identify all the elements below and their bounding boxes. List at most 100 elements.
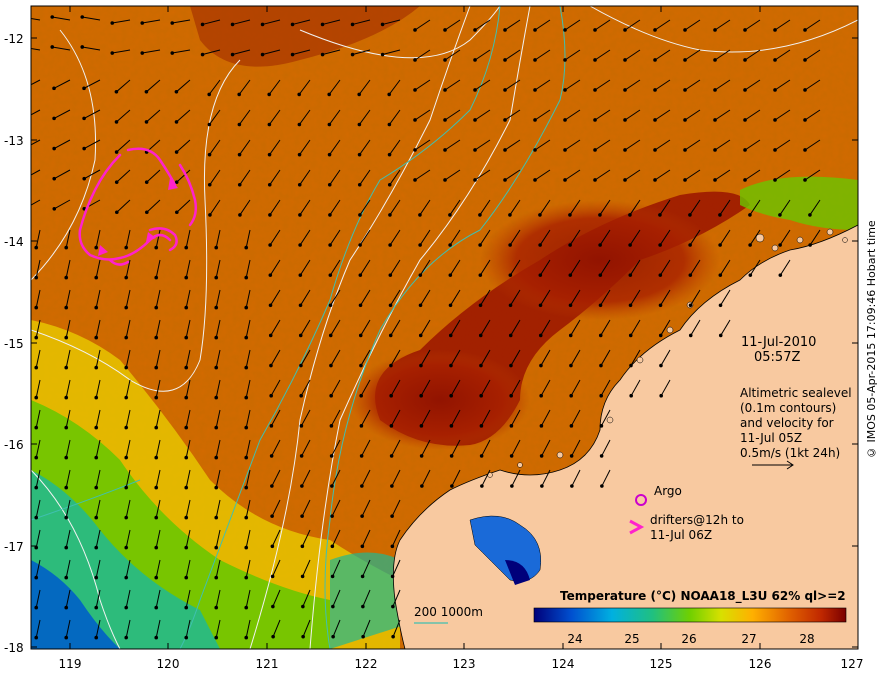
velocity-arrow-head: [538, 333, 543, 338]
velocity-arrow-head: [623, 28, 627, 32]
velocity-arrow-head: [297, 92, 302, 97]
velocity-arrow-head: [718, 243, 722, 247]
velocity-arrow-head: [479, 393, 483, 398]
velocity-arrow-head: [214, 335, 219, 340]
velocity-arrow-head: [419, 424, 424, 428]
velocity-arrow-head: [271, 634, 275, 639]
velocity-arrow-head: [207, 122, 212, 127]
velocity-arrow-head: [380, 52, 385, 57]
velocity-arrow-head: [743, 148, 747, 152]
lat-tick-label: -16: [4, 438, 24, 452]
velocity-arrow-head: [154, 575, 159, 580]
velocity-arrow-head: [52, 206, 57, 211]
velocity-arrow-head: [358, 333, 363, 338]
velocity-arrow-head: [391, 634, 395, 639]
velocity-arrow-head: [260, 22, 265, 27]
velocity-arrow-head: [328, 303, 333, 308]
velocity-arrow-head: [94, 275, 99, 280]
velocity-arrow-head: [448, 333, 453, 338]
lon-tick-label: 125: [650, 657, 673, 671]
velocity-arrow-head: [443, 28, 447, 32]
velocity-arrow-head: [683, 58, 687, 62]
altimetry-line: Altimetric sealevel: [740, 386, 852, 400]
velocity-arrow-head: [388, 243, 392, 247]
velocity-arrow-head: [237, 152, 242, 157]
velocity-arrow-head: [327, 122, 332, 127]
velocity-arrow-head: [629, 363, 633, 368]
velocity-arrow-head: [230, 22, 235, 27]
velocity-arrow-head: [34, 605, 39, 610]
velocity-arrow-head: [184, 305, 189, 310]
velocity-arrow-head: [598, 303, 603, 308]
velocity-arrow-head: [450, 484, 454, 488]
velocity-arrow-head: [478, 303, 483, 308]
velocity-arrow-head: [623, 148, 627, 152]
velocity-arrow-head: [34, 335, 39, 340]
velocity-arrow-head: [154, 275, 159, 280]
velocity-arrow-head: [244, 245, 249, 250]
velocity-arrow-head: [331, 604, 335, 609]
velocity-arrow-head: [653, 28, 657, 32]
date-label: 11-Jul-2010: [741, 335, 816, 350]
velocity-arrow-head: [413, 88, 417, 92]
velocity-arrow-head: [391, 604, 395, 609]
velocity-arrow-head: [238, 213, 242, 217]
velocity-arrow-head: [214, 245, 219, 250]
altimetry-line: 11-Jul 05Z: [740, 431, 802, 445]
velocity-arrow-head: [94, 335, 99, 340]
velocity-arrow-head: [539, 454, 544, 458]
velocity-arrow-head: [267, 122, 272, 127]
velocity-arrow-head: [64, 605, 69, 610]
velocity-arrow-head: [328, 213, 332, 217]
velocity-arrow-head: [320, 52, 325, 57]
velocity-arrow-head: [388, 333, 393, 338]
velocity-arrow-head: [593, 178, 597, 182]
velocity-arrow-head: [623, 178, 627, 182]
velocity-arrow-head: [390, 574, 395, 579]
velocity-arrow-head: [270, 484, 274, 488]
velocity-arrow-head: [330, 574, 335, 579]
velocity-arrow-head: [628, 303, 633, 308]
velocity-arrow-head: [538, 303, 543, 308]
velocity-arrow-head: [653, 148, 657, 152]
velocity-arrow-head: [387, 152, 392, 157]
velocity-arrow-head: [358, 243, 362, 247]
velocity-arrow-head: [271, 604, 275, 609]
velocity-arrow-head: [683, 118, 687, 122]
velocity-arrow-head: [443, 118, 447, 122]
velocity-arrow-head: [598, 243, 602, 247]
velocity-arrow-head: [508, 243, 512, 247]
velocity-arrow-head: [420, 484, 424, 488]
velocity-arrow-head: [358, 273, 363, 277]
velocity-arrow-head: [713, 58, 717, 62]
velocity-arrow-head: [270, 514, 274, 518]
velocity-arrow-head: [509, 424, 514, 428]
velocity-arrow-head: [328, 333, 333, 338]
velocity-arrow-head: [331, 634, 335, 639]
velocity-arrow-head: [683, 148, 687, 152]
velocity-arrow-head: [269, 393, 273, 398]
velocity-arrow-head: [290, 22, 295, 27]
velocity-arrow-head: [184, 455, 189, 460]
velocity-arrow-head: [533, 118, 537, 122]
velocity-arrow-head: [743, 88, 747, 92]
velocity-arrow-head: [479, 454, 484, 458]
velocity-arrow-head: [327, 92, 332, 97]
credit-text: © IMOS 05-Apr-2015 17:09:46 Hobart time: [865, 220, 878, 460]
velocity-arrow-head: [449, 393, 453, 398]
velocity-arrow-head: [114, 180, 119, 184]
velocity-arrow-head: [269, 424, 274, 428]
velocity-arrow-head: [184, 365, 189, 370]
velocity-arrow-head: [298, 333, 303, 338]
velocity-arrow-head: [237, 182, 242, 187]
lon-tick-label: 127: [841, 657, 864, 671]
colorbar-title: Temperature (°C) NOAA18_L3U 62% ql>=2: [560, 589, 846, 604]
velocity-arrow-head: [713, 118, 717, 122]
velocity-arrow-head: [299, 454, 304, 458]
velocity-arrow-head: [778, 243, 782, 247]
velocity-arrow-head: [94, 545, 99, 550]
velocity-arrow-head: [599, 363, 603, 368]
velocity-arrow-head: [267, 182, 272, 187]
velocity-arrow-head: [269, 363, 273, 368]
velocity-arrow-head: [443, 58, 447, 62]
